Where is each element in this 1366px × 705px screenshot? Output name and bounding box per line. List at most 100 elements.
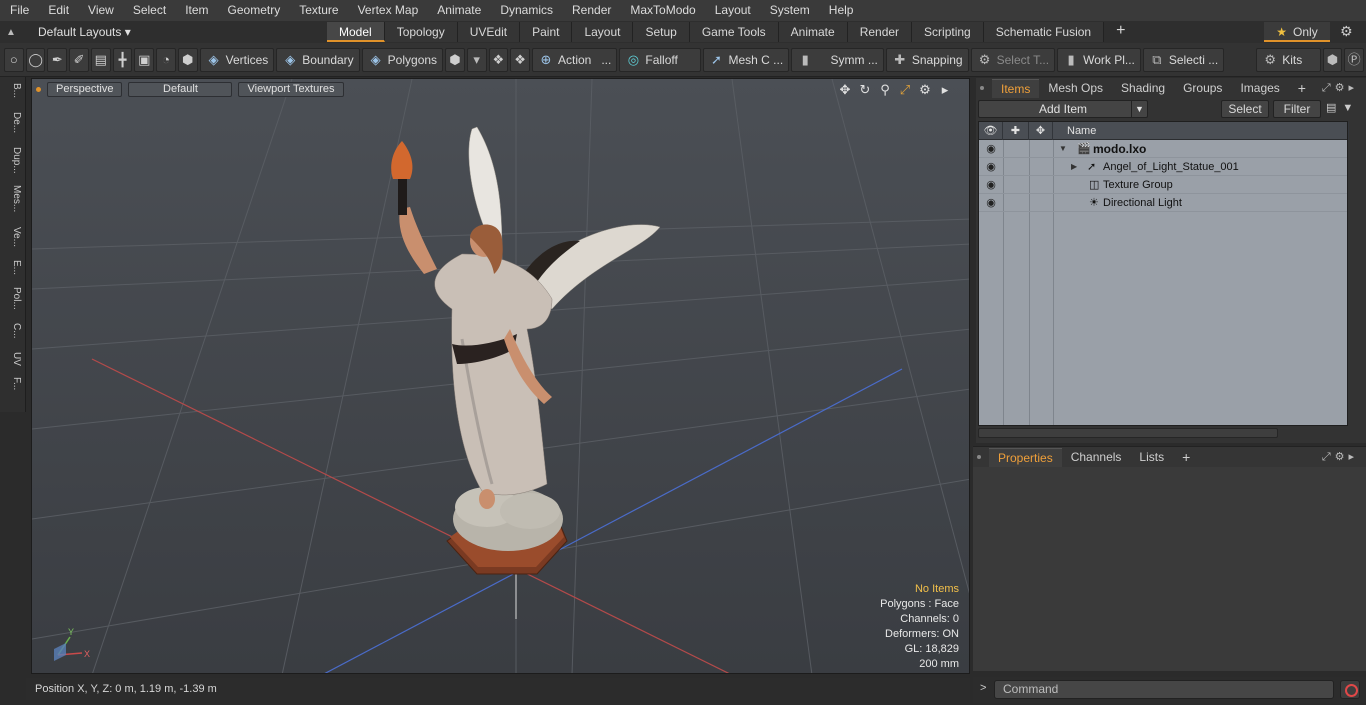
filter-options-icon[interactable]: ▤▼ <box>1326 101 1359 114</box>
menu-vertex-map[interactable]: Vertex Map <box>348 0 428 21</box>
select-button[interactable]: Select <box>1221 100 1269 118</box>
menu-file[interactable]: File <box>0 0 38 21</box>
kits-button[interactable]: ⚙ Kits <box>1256 47 1321 72</box>
chevron-down-icon[interactable]: ▼ <box>1131 101 1147 117</box>
tab-scripting[interactable]: Scripting <box>912 22 984 42</box>
items-mode-button[interactable]: ⬢ <box>177 47 198 72</box>
only-toggle[interactable]: ★ Only <box>1264 22 1330 42</box>
left-tab-basic[interactable]: B... <box>4 83 22 98</box>
expand-triangle-icon[interactable]: ▼ <box>1059 140 1067 158</box>
menu-item[interactable]: Item <box>175 0 217 21</box>
angel-statue-model[interactable] <box>32 79 970 674</box>
material-mode-button[interactable]: ⬢ <box>445 47 465 72</box>
tab-game-tools[interactable]: Game Tools <box>689 22 779 42</box>
boundary-button[interactable]: ◈ Boundary <box>276 47 360 72</box>
mesh-constraint-button[interactable]: ➚ Mesh C ... <box>702 47 790 72</box>
symmetry-button[interactable]: ▮ Symm ... <box>791 47 884 72</box>
left-tab-duplicate[interactable]: Dup... <box>4 147 22 174</box>
snapping-button[interactable]: ✚ Snapping <box>885 47 969 72</box>
left-tab-edge[interactable]: E... <box>4 260 22 275</box>
align-tool-button[interactable]: ▤ <box>90 47 111 72</box>
menu-maxtomodo[interactable]: MaxToModo <box>620 0 704 21</box>
menu-animate[interactable]: Animate <box>427 0 490 21</box>
left-tab-uv[interactable]: UV <box>4 352 22 366</box>
center-tool-button[interactable]: ╋ <box>112 47 133 72</box>
unreal-button[interactable]: Ⓟ <box>1344 47 1365 72</box>
tab-groups[interactable]: Groups <box>1174 79 1231 97</box>
tab-items[interactable]: Items <box>992 78 1040 98</box>
menu-render[interactable]: Render <box>562 0 620 21</box>
panel-corner-icons[interactable]: ⤢⚙▸ <box>1322 450 1358 464</box>
menu-help[interactable]: Help <box>819 0 863 21</box>
layout-picker[interactable]: ▲ Default Layouts ▾ <box>0 21 300 43</box>
viewport-menu-dot[interactable] <box>36 86 41 92</box>
left-tab-deform[interactable]: De... <box>4 112 22 133</box>
add-panel-tab-button[interactable]: + <box>1289 79 1315 97</box>
pen-tool-button[interactable]: ✒ <box>47 47 68 72</box>
symmetry-shield-2-button[interactable]: ❖ <box>510 47 530 72</box>
tree-row-texture-group[interactable]: ◉ ◫ Texture Group <box>979 176 1347 194</box>
mode-dropdown-button[interactable]: ▾ <box>466 47 487 72</box>
tab-images[interactable]: Images <box>1231 79 1288 97</box>
menu-view[interactable]: View <box>78 0 123 21</box>
collapse-arrow-icon[interactable]: ▲ <box>6 27 20 38</box>
eye-icon[interactable]: ◉ <box>984 158 998 176</box>
selection-sets-button[interactable]: ⧉ Selecti ... <box>1142 47 1225 72</box>
gear-icon[interactable]: ⚙ <box>1340 23 1353 40</box>
render-column-icon[interactable]: ✥ <box>1029 122 1053 140</box>
timer-tool-button[interactable]: ◔ <box>156 47 176 72</box>
menu-texture[interactable]: Texture <box>289 0 347 21</box>
tab-animate[interactable]: Animate <box>778 22 848 42</box>
tab-mesh-ops[interactable]: Mesh Ops <box>1039 79 1112 97</box>
tab-paint[interactable]: Paint <box>520 22 573 42</box>
circle-select-button[interactable]: ○ <box>4 47 24 72</box>
item-tree[interactable]: 👁 ✚ ✥ Name ◉ ▼ 🎬 modo.lxo ◉ ▶ ➚ Angel_of… <box>978 121 1349 426</box>
record-macro-button[interactable] <box>1340 680 1360 699</box>
left-tab-curve[interactable]: C... <box>4 323 22 339</box>
viewport-expand-icon[interactable]: ▸ <box>935 82 955 98</box>
polygons-button[interactable]: ◈ Polygons <box>361 47 444 72</box>
tree-horizontal-scrollbar[interactable] <box>978 428 1278 438</box>
brush-tool-button[interactable]: ✐ <box>69 47 89 72</box>
left-tab-mesh[interactable]: Mes... <box>4 185 22 212</box>
tab-shading[interactable]: Shading <box>1112 79 1174 97</box>
tab-properties[interactable]: Properties <box>989 447 1062 467</box>
vertices-button[interactable]: ◈ Vertices <box>199 47 275 72</box>
tab-schematic-fusion[interactable]: Schematic Fusion <box>983 22 1105 42</box>
zoom-icon[interactable]: ⚲ <box>875 82 895 98</box>
left-tab-fusion[interactable]: F... <box>4 377 22 390</box>
menu-dynamics[interactable]: Dynamics <box>490 0 562 21</box>
rotate-icon[interactable]: ↻ <box>855 82 875 98</box>
globe-button[interactable]: ◯ <box>25 47 46 72</box>
perspective-dropdown[interactable]: Perspective <box>47 81 123 97</box>
tab-render[interactable]: Render <box>847 22 913 42</box>
name-column-header[interactable]: Name <box>1053 122 1349 140</box>
left-tab-polygon[interactable]: Pol... <box>4 287 22 310</box>
collapse-triangle-icon[interactable]: ▶ <box>1071 158 1077 176</box>
add-panel-tab-button[interactable]: + <box>1173 448 1199 466</box>
move-icon[interactable]: ✥ <box>835 82 855 98</box>
viewport-settings-icon[interactable]: ⚙ <box>915 82 935 98</box>
frame-tool-button[interactable]: ▣ <box>134 47 155 72</box>
maximize-icon[interactable]: ⤢ <box>895 82 915 98</box>
tree-row-scene[interactable]: ◉ ▼ 🎬 modo.lxo <box>979 140 1347 158</box>
select-through-button[interactable]: ⚙ Select T... <box>970 47 1056 72</box>
command-input[interactable]: Command <box>994 680 1334 699</box>
tab-channels[interactable]: Channels <box>1062 448 1131 466</box>
add-tab-button[interactable]: + <box>1104 22 1137 42</box>
menu-system[interactable]: System <box>760 0 819 21</box>
falloff-button[interactable]: ◎ Falloff <box>619 47 701 72</box>
tab-lists[interactable]: Lists <box>1130 448 1173 466</box>
tree-row-light[interactable]: ◉ ☀ Directional Light <box>979 194 1347 212</box>
tab-model[interactable]: Model <box>327 22 385 42</box>
tree-row-mesh[interactable]: ◉ ▶ ➚ Angel_of_Light_Statue_001 <box>979 158 1347 176</box>
menu-geometry[interactable]: Geometry <box>218 0 290 21</box>
panel-corner-icons[interactable]: ⤢⚙▸ <box>1322 81 1358 95</box>
panel-menu-dot[interactable] <box>977 455 981 459</box>
menu-edit[interactable]: Edit <box>38 0 78 21</box>
filter-button[interactable]: Filter <box>1273 100 1321 118</box>
panel-menu-dot[interactable] <box>980 86 984 90</box>
add-item-button[interactable]: Add Item ▼ <box>978 100 1148 118</box>
tab-setup[interactable]: Setup <box>633 22 690 42</box>
cube-kit-button[interactable]: ⬢ <box>1322 47 1343 72</box>
